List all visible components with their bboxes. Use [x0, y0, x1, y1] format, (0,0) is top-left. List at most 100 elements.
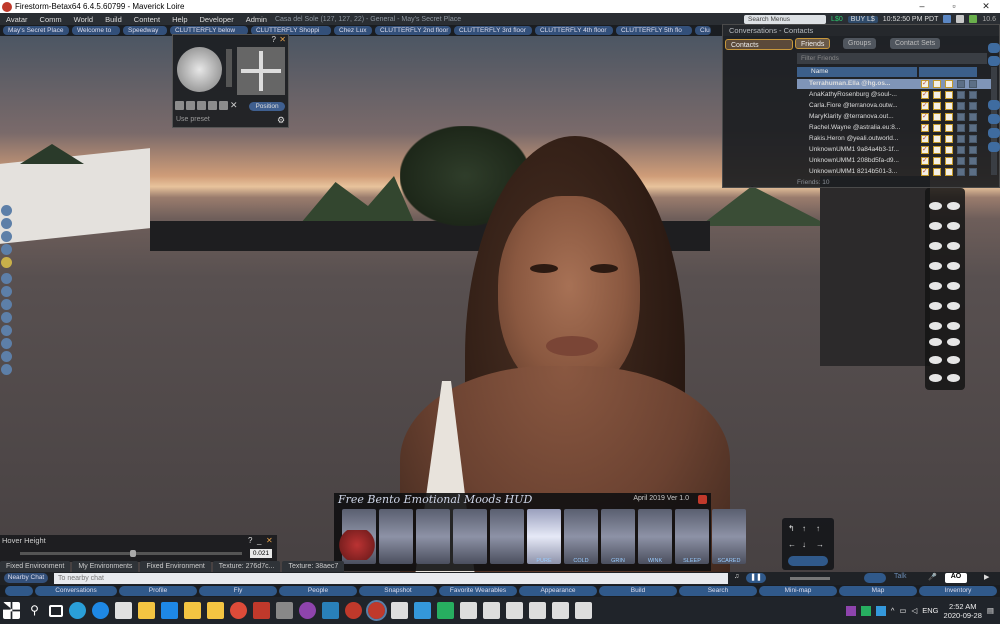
task-view-icon[interactable]	[49, 604, 63, 617]
permission-checkbox[interactable]	[957, 80, 965, 88]
app-icon[interactable]	[391, 602, 408, 619]
expression-button[interactable]	[929, 202, 961, 212]
floater-tab[interactable]: Fixed Environment	[140, 561, 211, 572]
edge-icon[interactable]	[92, 602, 109, 619]
volume-slider[interactable]	[790, 577, 830, 580]
zoom-slider[interactable]	[226, 49, 232, 87]
menu-comm[interactable]: Comm	[34, 15, 68, 24]
expression-button[interactable]	[929, 302, 961, 312]
tray-app-icon[interactable]	[875, 605, 886, 616]
permission-checkbox[interactable]	[945, 80, 953, 88]
favorite-item[interactable]: Speedway	[123, 26, 167, 35]
floater-tab[interactable]: Texture: 38aec7	[282, 561, 345, 572]
slider-handle[interactable]	[130, 550, 136, 557]
help-button[interactable]: ?	[248, 536, 252, 545]
permission-checkbox[interactable]	[933, 157, 941, 165]
app-icon[interactable]	[460, 602, 477, 619]
appearance-button[interactable]: Appearance	[519, 586, 597, 596]
chevron-up-icon[interactable]: ^	[891, 606, 895, 615]
mail-icon[interactable]	[322, 602, 339, 619]
minimize-button[interactable]: _	[257, 536, 261, 545]
favorite-item[interactable]: Clu	[695, 26, 711, 35]
permission-checkbox[interactable]	[921, 90, 929, 99]
toolbar-icon[interactable]	[1, 299, 12, 310]
search-icon[interactable]: ⚲	[26, 602, 43, 619]
mood-face-button[interactable]: PURE	[527, 509, 561, 564]
maximize-button[interactable]: ▫	[940, 0, 968, 13]
folder-icon[interactable]	[207, 602, 224, 619]
preset-dropdown[interactable]: Use preset	[176, 116, 210, 123]
inventory-button[interactable]: Inventory	[919, 586, 997, 596]
permission-checkbox[interactable]	[921, 145, 929, 154]
permission-checkbox[interactable]	[945, 113, 953, 121]
sidebar-button[interactable]	[988, 128, 1000, 138]
volume-icon[interactable]: ◁	[911, 606, 917, 615]
permission-checkbox[interactable]	[945, 102, 953, 110]
strafe-left-icon[interactable]: ←	[788, 540, 796, 549]
close-icon[interactable]: ✕	[279, 35, 286, 44]
strafe-right-icon[interactable]: →	[816, 540, 824, 549]
eye-icon[interactable]	[1, 244, 12, 255]
conversations-button[interactable]: Conversations	[35, 586, 117, 596]
music-icon[interactable]: ♫	[734, 573, 739, 583]
permission-checkbox[interactable]	[969, 113, 977, 121]
permission-checkbox[interactable]	[921, 167, 929, 176]
sidebar-button[interactable]	[988, 100, 1000, 110]
permission-column-headers[interactable]	[919, 67, 977, 77]
camera-icon[interactable]	[1, 218, 12, 229]
favorite-item[interactable]: CLUTTERFLY 5th flo	[616, 26, 692, 35]
permission-checkbox[interactable]	[969, 157, 977, 165]
mood-face-button[interactable]	[416, 509, 450, 564]
toolbar-icon[interactable]	[1, 257, 12, 268]
permission-checkbox[interactable]	[933, 113, 941, 121]
position-button[interactable]: Position	[249, 102, 285, 111]
pan-pad[interactable]	[237, 47, 285, 95]
favorite-item[interactable]: May's Secret Place	[3, 26, 69, 35]
mood-face-button[interactable]	[453, 509, 487, 564]
menu-content[interactable]: Content	[128, 15, 166, 24]
favorite-item[interactable]: Chez Lux	[334, 26, 372, 35]
permission-checkbox[interactable]	[933, 124, 941, 132]
permission-checkbox[interactable]	[933, 91, 941, 99]
floater-tab[interactable]: My Environments	[72, 561, 139, 572]
filter-friends-input[interactable]: Filter Friends	[797, 53, 987, 64]
mouselook-view-icon[interactable]	[219, 101, 228, 110]
toolbar-icon[interactable]	[1, 338, 12, 349]
mood-face-button[interactable]: WINK	[638, 509, 672, 564]
menu-admin[interactable]: Admin	[240, 15, 273, 24]
toolbar-icon[interactable]	[1, 273, 12, 284]
permission-checkbox[interactable]	[921, 112, 929, 121]
buy-currency-button[interactable]: BUY L$	[847, 15, 878, 23]
permission-checkbox[interactable]	[957, 102, 965, 110]
chat-bubble-button[interactable]	[5, 586, 33, 596]
permission-checkbox[interactable]	[945, 168, 953, 176]
toolbar-icon[interactable]	[1, 205, 12, 216]
sidebar-button[interactable]	[988, 56, 1000, 66]
app-icon[interactable]	[552, 602, 569, 619]
firestorm-active-icon[interactable]	[366, 600, 387, 621]
volume-icon[interactable]	[956, 15, 965, 23]
app-icon[interactable]	[437, 602, 454, 619]
snapshot-button[interactable]: Snapshot	[359, 586, 437, 596]
menu-developer[interactable]: Developer	[194, 15, 240, 24]
floater-tab[interactable]: Texture: 276d7c...	[212, 561, 281, 572]
walk-icon[interactable]	[1, 351, 12, 362]
permission-checkbox[interactable]	[945, 146, 953, 154]
permission-checkbox[interactable]	[969, 102, 977, 110]
tray-app-icon[interactable]	[860, 605, 871, 616]
forward-icon[interactable]: ↑	[802, 524, 806, 533]
sidebar-button[interactable]	[988, 43, 1000, 53]
name-column-header[interactable]: Name	[797, 67, 917, 77]
expression-button[interactable]	[929, 222, 961, 232]
expression-button[interactable]	[929, 374, 961, 384]
tab-groups[interactable]: Groups	[843, 38, 876, 49]
permission-checkbox[interactable]	[957, 168, 965, 176]
sidebar-button[interactable]	[988, 142, 1000, 152]
app-icon[interactable]	[253, 602, 270, 619]
mini-map-button[interactable]: Mini-map	[759, 586, 837, 596]
permission-checkbox[interactable]	[969, 146, 977, 154]
menu-world[interactable]: World	[68, 15, 99, 24]
favorite-item[interactable]: CLUTTERFLY 3rd floor	[454, 26, 532, 35]
favorite-wearables-button[interactable]: Favorite Wearables	[439, 586, 517, 596]
store-icon[interactable]	[115, 602, 132, 619]
